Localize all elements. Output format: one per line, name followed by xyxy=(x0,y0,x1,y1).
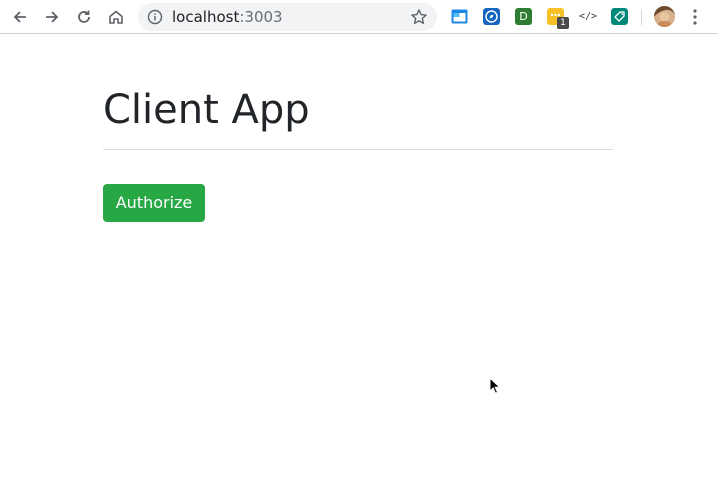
d-extension-icon[interactable]: D xyxy=(515,8,532,25)
star-icon[interactable] xyxy=(410,8,428,26)
home-icon xyxy=(109,10,123,24)
browser-toolbar: localhost:3003 D 1 </> xyxy=(0,0,718,34)
url-port: :3003 xyxy=(239,8,283,26)
arrow-right-icon xyxy=(46,11,59,23)
extension-badge: 1 xyxy=(557,17,569,29)
page-title: Client App xyxy=(103,87,310,133)
toolbar-separator xyxy=(641,9,642,25)
title-divider xyxy=(103,149,613,150)
authorize-button[interactable]: Authorize xyxy=(103,184,205,222)
forward-button[interactable] xyxy=(40,5,64,29)
mouse-cursor-icon xyxy=(489,377,501,394)
kebab-menu-icon[interactable] xyxy=(692,8,698,26)
address-bar[interactable]: localhost:3003 xyxy=(138,3,437,31)
home-button[interactable] xyxy=(104,5,128,29)
window-extension-icon[interactable] xyxy=(451,8,468,25)
reload-button[interactable] xyxy=(72,5,96,29)
tag-extension-icon[interactable] xyxy=(611,8,628,25)
url-host: localhost xyxy=(172,8,240,26)
url-text: localhost:3003 xyxy=(172,8,283,26)
compass-extension-icon[interactable] xyxy=(483,8,500,25)
arrow-left-icon xyxy=(13,11,26,23)
info-icon[interactable] xyxy=(147,9,163,25)
reload-icon xyxy=(78,10,90,23)
back-button[interactable] xyxy=(8,5,32,29)
code-extension-icon[interactable]: </> xyxy=(579,8,597,25)
profile-avatar[interactable] xyxy=(654,6,675,27)
